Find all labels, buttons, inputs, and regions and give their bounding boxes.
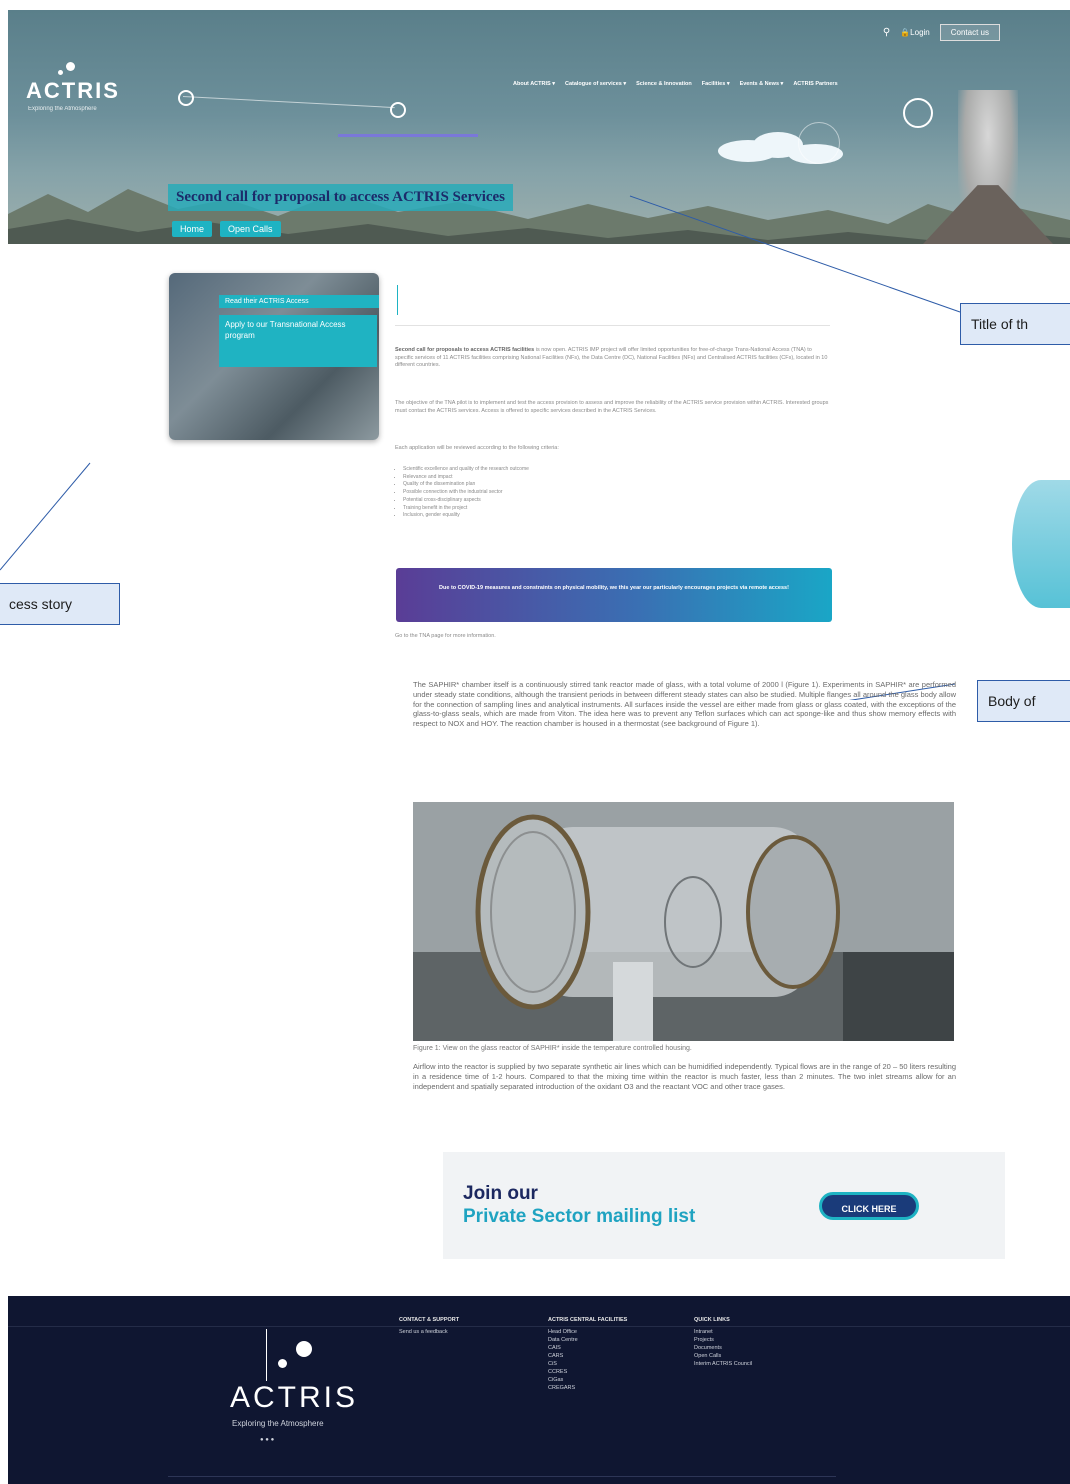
footer-link[interactable]: CREGARS xyxy=(548,1384,578,1392)
footer-heading-quick: QUICK LINKS xyxy=(694,1317,730,1323)
more-info-link[interactable]: Go to the TNA page for more information. xyxy=(395,633,496,641)
success-story-card[interactable]: Read their ACTRIS Access Apply to our Tr… xyxy=(169,273,379,440)
footer-heading-contact: CONTACT & SUPPORT xyxy=(399,1317,460,1323)
site-footer: ACTRIS Exploring the Atmosphere ● ● ● CO… xyxy=(8,1296,1070,1484)
footer-link[interactable]: CiGas xyxy=(548,1376,578,1384)
reactor-illustration xyxy=(413,802,954,1041)
annotation-title: Title of th xyxy=(960,303,1070,345)
footer-link[interactable]: Data Centre xyxy=(548,1336,578,1344)
story-title: Apply to our Transnational Access progra… xyxy=(219,315,377,367)
divider xyxy=(395,325,830,326)
footer-link[interactable]: Projects xyxy=(694,1336,752,1344)
mailing-heading-line1: Join our xyxy=(463,1183,538,1204)
footer-link[interactable]: CiS xyxy=(548,1360,578,1368)
footer-logo-tagline: Exploring the Atmosphere xyxy=(232,1419,324,1428)
paragraph-objective: The objective of the TNA pilot is to imp… xyxy=(395,400,829,414)
footer-link[interactable]: Interim ACTRIS Council xyxy=(694,1360,752,1368)
list-item: Training benefit in the project xyxy=(403,505,529,513)
social-icons[interactable]: ● ● ● xyxy=(260,1437,274,1443)
criteria-list: Scientific excellence and quality of the… xyxy=(395,466,529,520)
footer-logo-text: ACTRIS xyxy=(230,1381,359,1414)
footer-divider xyxy=(8,1326,1070,1327)
text-cursor xyxy=(397,285,398,315)
glass-reactor-photo xyxy=(413,802,954,1041)
list-item: Possible connection with the industrial … xyxy=(403,489,529,497)
story-label: Read their ACTRIS Access xyxy=(219,295,379,308)
list-item: Relevance and impact xyxy=(403,474,529,482)
footer-central-list: Head Office Data Centre CAIS CARS CiS CC… xyxy=(548,1328,578,1392)
intro-paragraph: Second call for proposals to access ACTR… xyxy=(395,347,830,370)
logo-line xyxy=(266,1329,267,1381)
list-item: Quality of the dissemination plan xyxy=(403,481,529,489)
logo-dot-icon xyxy=(278,1359,287,1368)
mailing-heading-line2: Private Sector mailing list xyxy=(463,1206,696,1227)
footer-link[interactable]: Head Office xyxy=(548,1328,578,1336)
annotation-story: cess story xyxy=(0,583,120,625)
intro-bold: Second call for proposals to access ACTR… xyxy=(395,347,535,353)
footer-link[interactable]: Documents xyxy=(694,1344,752,1352)
footer-heading-central: ACTRIS CENTRAL FACILITIES xyxy=(548,1317,628,1323)
mailing-list-box: Join our Private Sector mailing list CLI… xyxy=(443,1152,1005,1259)
list-item: Inclusion, gender equality xyxy=(403,512,529,520)
list-item: Potential cross-disciplinary aspects xyxy=(403,497,529,505)
footer-link[interactable]: Intranet xyxy=(694,1328,752,1336)
footer-quick-list: Intranet Projects Documents Open Calls I… xyxy=(694,1328,752,1368)
paragraph-criteria-intro: Each application will be reviewed accord… xyxy=(395,445,559,451)
list-item: Scientific excellence and quality of the… xyxy=(403,466,529,474)
footer-logo[interactable]: ACTRIS Exploring the Atmosphere ● ● ● xyxy=(196,1321,355,1451)
logo-dot-icon xyxy=(296,1341,312,1357)
body-paragraph: The SAPHIR* chamber itself is a continuo… xyxy=(413,680,956,729)
body-paragraph: Airflow into the reactor is supplied by … xyxy=(413,1062,956,1091)
footer-bottom-divider xyxy=(168,1476,836,1477)
footer-link[interactable]: CCRES xyxy=(548,1368,578,1376)
footer-link[interactable]: CARS xyxy=(548,1352,578,1360)
footer-link[interactable]: Open Calls xyxy=(694,1352,752,1360)
footer-link-feedback[interactable]: Send us a feedback xyxy=(399,1328,448,1336)
covid-notice-banner: Due to COVID-19 measures and constraints… xyxy=(396,568,832,622)
footer-link[interactable]: CAIS xyxy=(548,1344,578,1352)
figure-caption: Figure 1: View on the glass reactor of S… xyxy=(413,1045,692,1052)
click-here-button[interactable]: CLICK HERE xyxy=(819,1192,919,1220)
annotation-body: Body of xyxy=(977,680,1070,722)
decorative-blob xyxy=(1012,480,1070,608)
